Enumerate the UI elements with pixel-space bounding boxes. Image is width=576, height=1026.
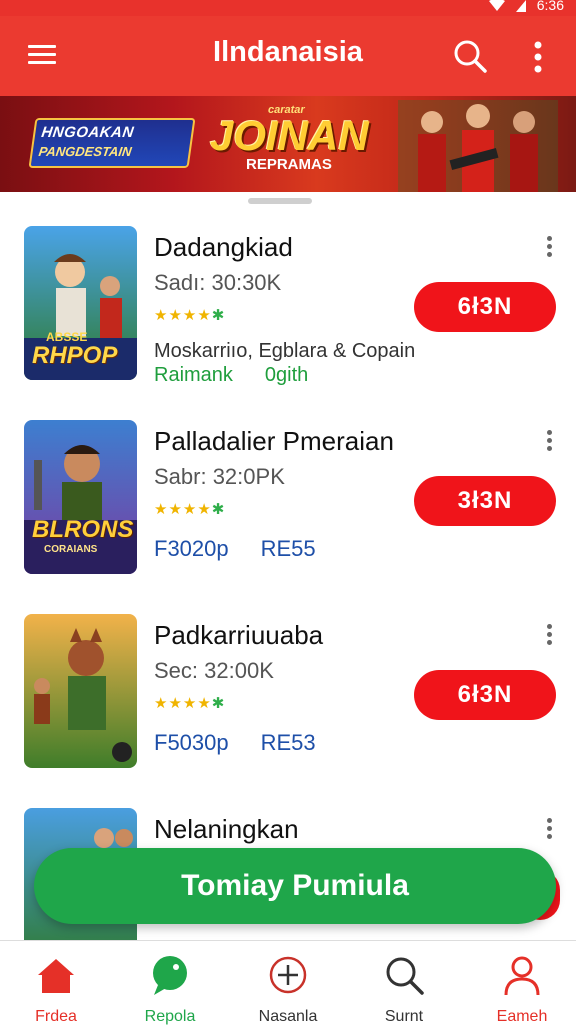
- nav-item-search[interactable]: Surnt: [354, 953, 454, 1026]
- item-more-icon[interactable]: [544, 818, 554, 842]
- list-item[interactable]: ABSSE RHPOP Dadangkiad Sadı: 30:30K ★★★★…: [0, 206, 576, 401]
- bottom-nav: Frdea Repola Nasanla Surnt Eameh: [0, 940, 576, 1025]
- rating-stars: ★★★★✱: [154, 694, 225, 712]
- rating-stars-filled: ★★★★: [154, 307, 212, 324]
- game-developer: Moskarriıo, Egblara & Copain: [154, 340, 416, 362]
- nav-item-profile[interactable]: Eameh: [472, 953, 572, 1026]
- game-thumbnail[interactable]: BLRONS CORAIANS: [24, 420, 137, 574]
- game-cover-image: [24, 614, 137, 768]
- list-item[interactable]: Padkarriuuaba Sec: 32:00K ★★★★✱ F5030p RE…: [0, 594, 576, 789]
- game-title[interactable]: Palladalier Pmeraian: [154, 426, 394, 457]
- nav-item-add[interactable]: Nasanla: [238, 953, 338, 1026]
- rating-stars-filled: ★★★★: [154, 695, 212, 712]
- status-right: 6:36: [488, 0, 564, 13]
- rating-stars: ★★★★✱: [154, 500, 225, 518]
- list-item[interactable]: BLRONS CORAIANS Palladalier Pmeraian Sab…: [0, 400, 576, 595]
- rating-star-extra: ✱: [211, 695, 226, 712]
- nav-item-chat[interactable]: Repola: [120, 953, 220, 1026]
- thumb-caption: BLRONS: [32, 516, 134, 543]
- nav-label: Nasanla: [258, 1008, 318, 1025]
- banner-headline-block: caratar JOINAN REPRAMAS: [210, 104, 369, 173]
- banner-logo-line2: PANGDESTAIN: [37, 144, 133, 159]
- nav-label: Frdea: [35, 1008, 77, 1025]
- game-tags: Raimank 0gith: [154, 364, 308, 387]
- item-more-icon[interactable]: [544, 624, 554, 648]
- play-button[interactable]: 6ł3N: [414, 282, 556, 332]
- game-price-info: F3020p RE55: [154, 536, 316, 562]
- game-tag[interactable]: Raimank: [154, 364, 233, 386]
- rating-stars-filled: ★★★★: [154, 501, 212, 518]
- nav-label: Eameh: [496, 1008, 548, 1025]
- plus-circle-icon: [269, 956, 307, 994]
- app-bar: Ilndanaisia: [0, 16, 576, 96]
- thumb-small-text: CORAIANS: [44, 544, 98, 555]
- rating-stars: ★★★★✱: [154, 306, 225, 324]
- status-time: 6:36: [536, 0, 564, 13]
- game-title[interactable]: Nelaningkan: [154, 814, 299, 845]
- game-subtitle: Sec: 32:00K: [154, 658, 274, 683]
- rating-star-extra: ✱: [211, 501, 226, 518]
- item-more-icon[interactable]: [544, 236, 554, 260]
- banner-headline: JOINAN: [210, 112, 369, 159]
- nav-label: Surnt: [384, 1008, 424, 1025]
- promo-banner[interactable]: HNGOAKAN PANGDESTAIN caratar JOINAN REPR…: [0, 96, 576, 192]
- profile-icon: [504, 956, 540, 996]
- rating-star-extra: ✱: [211, 307, 226, 324]
- item-more-icon[interactable]: [544, 430, 554, 454]
- status-bar: 6:36: [0, 0, 576, 16]
- play-button[interactable]: 6ł3N: [414, 670, 556, 720]
- game-thumbnail[interactable]: [24, 614, 137, 768]
- game-price: F5030p: [154, 730, 229, 755]
- search-icon[interactable]: [452, 38, 488, 74]
- game-region: RE55: [260, 536, 316, 561]
- game-title[interactable]: Padkarriuuaba: [154, 620, 323, 651]
- chat-bubble-icon: [153, 956, 187, 995]
- banner-logo-line1: HNGOAKAN: [40, 124, 136, 141]
- game-subtitle: Sadı: 30:30K: [154, 270, 282, 295]
- battery-icon: [515, 0, 526, 12]
- game-subtitle: Sabr: 32:0PK: [154, 464, 285, 489]
- wifi-icon: [488, 0, 505, 11]
- game-tag[interactable]: 0gith: [265, 364, 308, 386]
- pull-handle[interactable]: [248, 198, 312, 204]
- thumb-caption: RHPOP: [32, 342, 118, 369]
- more-options-icon[interactable]: [528, 40, 548, 74]
- game-title[interactable]: Dadangkiad: [154, 232, 293, 263]
- nav-item-home[interactable]: Frdea: [6, 953, 106, 1026]
- banner-logo: HNGOAKAN PANGDESTAIN: [28, 118, 196, 168]
- play-button[interactable]: 3ł3N: [414, 476, 556, 526]
- banner-characters-illustration: [398, 100, 558, 192]
- search-icon: [386, 957, 424, 995]
- primary-cta-button[interactable]: Tomiay Pumiula: [34, 848, 556, 924]
- game-thumbnail[interactable]: ABSSE RHPOP: [24, 226, 137, 380]
- game-region: RE53: [260, 730, 316, 755]
- nav-label: Repola: [144, 1008, 196, 1025]
- app-title: Ilndanaisia: [213, 36, 363, 68]
- home-icon: [38, 959, 74, 993]
- game-price: F3020p: [154, 536, 229, 561]
- game-price-info: F5030p RE53: [154, 730, 316, 756]
